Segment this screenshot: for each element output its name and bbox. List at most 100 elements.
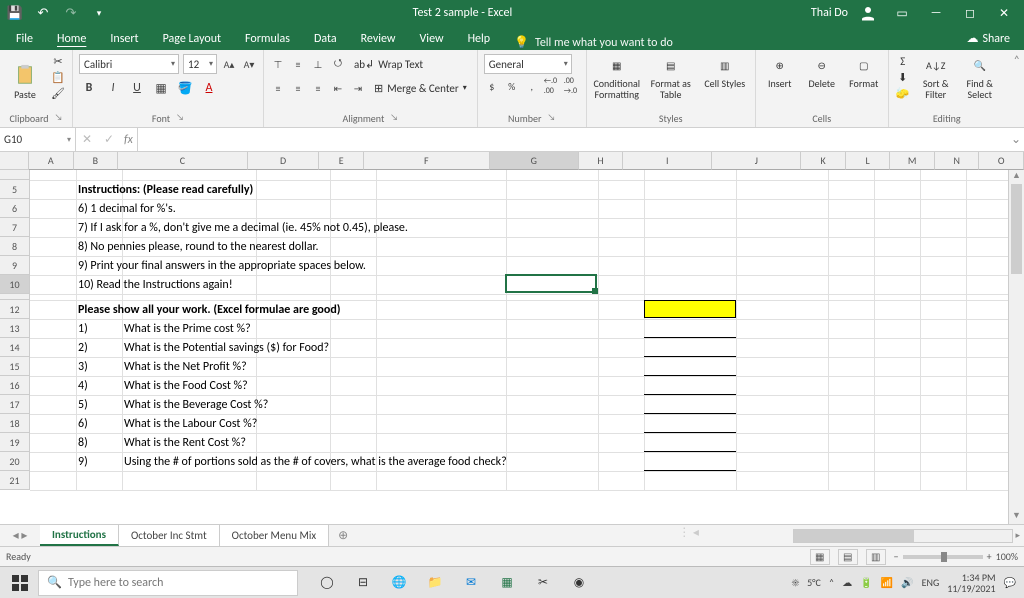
col-header-I[interactable]: I [623,152,712,170]
tab-review[interactable]: Review [349,28,408,50]
fx-icon[interactable]: fx [120,133,137,147]
conditional-formatting-button[interactable]: ▦Conditional Formatting [593,54,641,100]
vertical-scrollbar[interactable]: ▲ ▼ [1008,170,1024,524]
col-header-A[interactable]: A [29,152,74,170]
zoom-in-icon[interactable]: + [987,550,992,563]
tab-help[interactable]: Help [456,28,503,50]
cell-B14[interactable]: 2) [76,338,120,357]
row-header-21[interactable]: 21 [0,471,30,490]
col-header-C[interactable]: C [118,152,248,170]
undo-icon[interactable]: ↶ [32,2,54,24]
page-break-view-icon[interactable]: ▥ [866,549,886,565]
sheet-tab-instructions[interactable]: Instructions [40,525,119,546]
font-name[interactable]: Calibri [79,54,179,74]
zoom-slider[interactable] [903,555,983,559]
cut-icon[interactable]: ✂ [50,54,66,68]
row-header-13[interactable]: 13 [0,319,30,338]
align-right-icon[interactable]: ≡ [310,80,326,96]
fill-color-icon[interactable]: 🪣 [175,78,195,98]
format-as-table-button[interactable]: ▤Format as Table [647,54,695,100]
cell-B16[interactable]: 4) [76,376,120,395]
align-bottom-icon[interactable]: ⊥ [310,56,326,72]
font-color-icon[interactable]: A [199,78,219,98]
cell-B17[interactable]: 5) [76,395,120,414]
cell-B10[interactable]: 10) Read the Instructions again! [76,275,576,294]
format-cells-button[interactable]: ▢Format [846,54,882,89]
tab-home[interactable]: Home [45,28,98,50]
row-header-5[interactable]: 5 [0,180,30,199]
align-left-icon[interactable]: ≡ [270,80,286,96]
qat-customize-icon[interactable]: ▾ [88,2,110,24]
excel-taskbar-icon[interactable]: ▦ [490,569,524,597]
tab-insert[interactable]: Insert [98,28,150,50]
redo-icon[interactable]: ↷ [60,2,82,24]
row-header-7[interactable]: 7 [0,218,30,237]
align-top-icon[interactable]: ⊤ [270,56,286,72]
bold-button[interactable]: B [79,78,99,98]
mail-icon[interactable]: ✉ [454,569,488,597]
col-header-E[interactable]: E [319,152,364,170]
select-all-corner[interactable] [0,152,29,170]
autosum-icon[interactable]: Σ [895,54,911,68]
col-header-H[interactable]: H [579,152,624,170]
sheet-nav[interactable]: ◂ ▸ [0,525,40,546]
snip-icon[interactable]: ✂ [526,569,560,597]
lang[interactable]: ENG [922,576,940,589]
formula-input[interactable] [138,128,1008,151]
cell-C20[interactable]: Using the # of portions sold as the # of… [122,452,682,471]
tab-file[interactable]: File [4,28,45,50]
col-header-J[interactable]: J [712,152,801,170]
col-header-N[interactable]: N [935,152,980,170]
cell-B6[interactable]: 6) 1 decimal for %'s. [76,199,576,218]
name-box[interactable]: G10 [0,128,76,151]
sheet-tab-oct-menu[interactable]: October Menu Mix [220,525,330,546]
task-view-icon[interactable]: ◯ [310,569,344,597]
row-header-14[interactable]: 14 [0,338,30,357]
orientation-icon[interactable]: ⭯ [330,56,346,72]
maximize-icon[interactable]: ◻ [956,2,984,24]
chrome-icon[interactable]: ◉ [562,569,596,597]
row-header-16[interactable]: 16 [0,376,30,395]
find-select-button[interactable]: 🔍Find & Select [961,54,999,100]
comma-icon[interactable]: , [524,78,540,94]
cell-B13[interactable]: 1) [76,319,120,338]
col-header-M[interactable]: M [890,152,935,170]
decrease-decimal-icon[interactable]: .00 →.0 [564,78,580,94]
cell-B8[interactable]: 8) No pennies please, round to the neare… [76,237,576,256]
number-format[interactable]: General [484,54,572,74]
col-header-K[interactable]: K [801,152,846,170]
cell-B12[interactable]: Please show all your work. (Excel formul… [76,300,576,319]
page-layout-view-icon[interactable]: ▤ [838,549,858,565]
horizontal-scrollbar[interactable]: ▸ [707,525,1024,546]
merge-center-button[interactable]: ⊞Merge & Center▾ [370,78,471,98]
zoom-level[interactable]: 100% [996,550,1018,563]
tab-view[interactable]: View [408,28,456,50]
font-size[interactable]: 12 [183,54,217,74]
collapse-ribbon-icon[interactable]: ˄ [1010,50,1024,127]
taskbar-search[interactable]: 🔍 Type here to search [38,570,298,596]
row-header-6[interactable]: 6 [0,199,30,218]
align-middle-icon[interactable]: ≡ [290,56,306,72]
cell-C19[interactable]: What is the Rent Cost %? [122,433,682,452]
dialog-launcher-icon[interactable]: ↘ [390,112,398,125]
close-icon[interactable]: ✕ [990,2,1018,24]
edge-icon[interactable]: 🌐 [382,569,416,597]
explorer-icon[interactable]: 📁 [418,569,452,597]
row-header-10[interactable]: 10 [0,275,30,294]
fill-icon[interactable]: ⬇ [895,70,911,84]
save-icon[interactable]: 💾 [4,2,26,24]
col-header-F[interactable]: F [364,152,490,170]
user-avatar-icon[interactable] [854,2,882,24]
row-header-18[interactable]: 18 [0,414,30,433]
paste-button[interactable]: Paste [6,54,44,110]
start-button[interactable] [4,569,36,597]
align-center-icon[interactable]: ≡ [290,80,306,96]
copy-icon[interactable]: 📋 [50,70,66,84]
cell-C17[interactable]: What is the Beverage Cost %? [122,395,682,414]
cell-B18[interactable]: 6) [76,414,120,433]
insert-cells-button[interactable]: ⊕Insert [762,54,798,89]
onedrive-icon[interactable]: ☁ [842,576,852,589]
sort-filter-button[interactable]: A↓ZSort & Filter [917,54,955,100]
cell-B20[interactable]: 9) [76,452,120,471]
dialog-launcher-icon[interactable]: ↘ [55,112,63,125]
